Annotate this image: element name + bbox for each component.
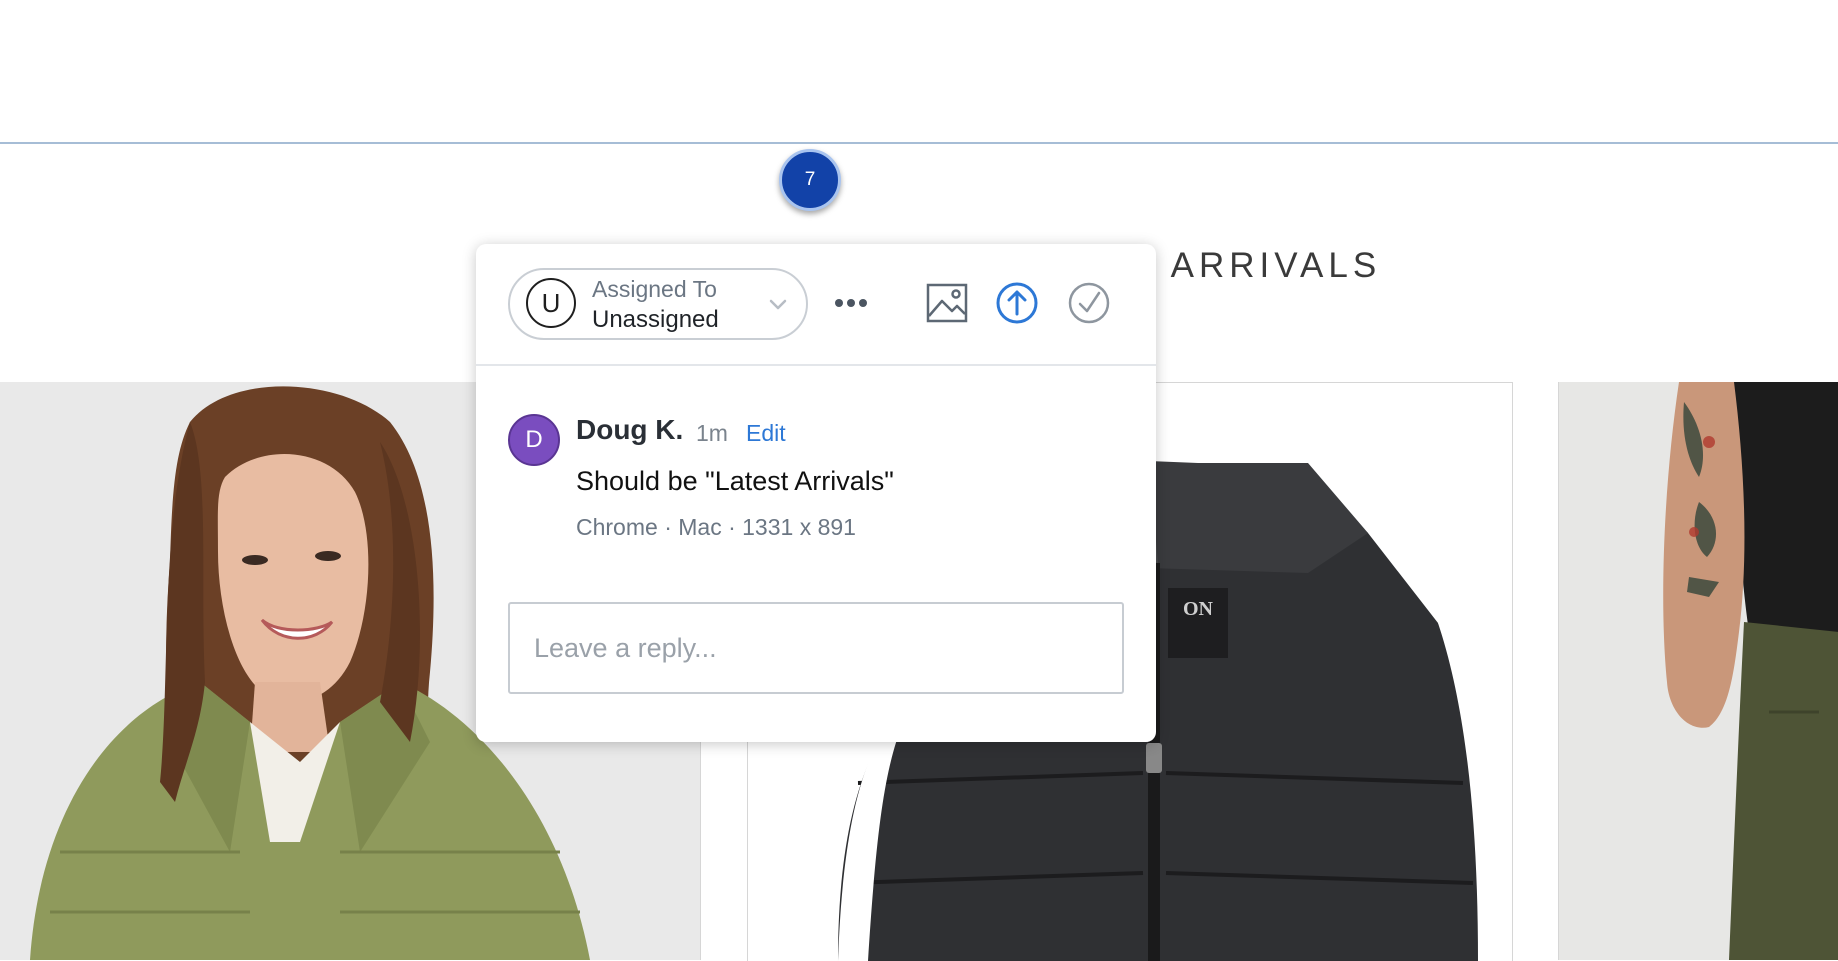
comment-author-name: Doug K. (576, 414, 684, 445)
assignee-value: Unassigned (592, 306, 719, 333)
header-divider (0, 142, 1838, 144)
more-icon[interactable] (828, 280, 874, 326)
image-icon[interactable] (924, 280, 970, 326)
svg-text:ON: ON (1183, 598, 1214, 620)
comment-author-avatar-letter: D (525, 426, 543, 453)
assignee-dropdown[interactable]: U Assigned To Unassigned (508, 268, 808, 340)
assignee-title: Assigned To (592, 276, 717, 302)
reply-input[interactable] (508, 602, 1124, 694)
resolve-check-icon[interactable] (1066, 280, 1112, 326)
push-icon[interactable] (994, 280, 1040, 326)
comment-pin-marker[interactable]: 7 (779, 149, 841, 211)
product-photo-olive-pants (1559, 382, 1838, 960)
assignee-avatar-letter: U (541, 287, 561, 318)
comment-text: Should be "Latest Arrivals" (576, 466, 894, 496)
chevron-down-icon (769, 299, 787, 310)
comment-popover: U Assigned To Unassigned D Doug K. 1m Ed… (476, 244, 1156, 742)
pin-number: 7 (804, 169, 816, 190)
comment-browser-meta: Chrome · Mac · 1331 x 891 (576, 514, 856, 540)
comment-author-avatar: D (508, 414, 560, 466)
product-tile-olive-pants[interactable] (1558, 382, 1838, 960)
assignee-avatar: U (526, 278, 576, 328)
popover-toolbar: U Assigned To Unassigned (476, 244, 1156, 366)
edit-comment-link[interactable]: Edit (746, 420, 786, 447)
comment-timestamp: 1m (696, 420, 728, 446)
